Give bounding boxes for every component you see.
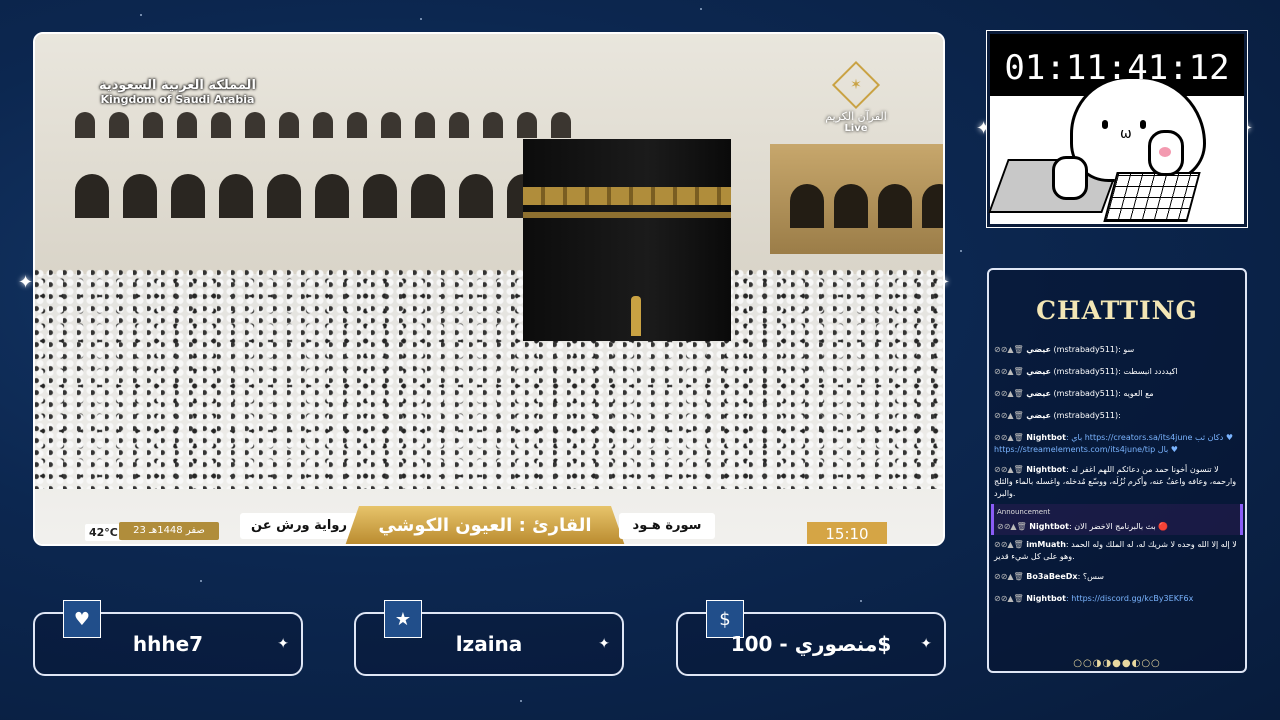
timer-panel: ω 01:11:41:12 [986, 30, 1248, 228]
country-name-en: Kingdom of Saudi Arabia [100, 93, 255, 106]
chat-title: CHATTING [1036, 296, 1198, 325]
chat-message: ⊘⊘▲🗑 عيضي (mstrabady511): [994, 411, 1121, 420]
latest-donation-box: $ منصوري - 100$ ✦ [676, 600, 946, 676]
surah-name: سورة هـود [619, 513, 715, 539]
live-label: Live [844, 123, 868, 134]
chat-pager: ○○◑◑●●◐○○ [1073, 658, 1161, 669]
latest-follower-box: ♥ hhhe7 ✦ [33, 600, 303, 676]
latest-subscriber: lzaina [455, 632, 523, 656]
hijri-date: 23 صفر 1448هـ [119, 522, 219, 540]
chat-list[interactable]: ⊘⊘▲🗑 عيضي (mstrabady511): سو ⊘⊘▲🗑 عيضي (… [991, 340, 1243, 640]
video-player[interactable]: المملكة العربية السعودية Kingdom of Saud… [33, 32, 945, 546]
chat-message: ⊘⊘▲🗑 عيضي (mstrabady511): اكيدددد انبسطت [994, 367, 1178, 376]
chat-message: ⊘⊘▲🗑 imMuath: لا إله إلا الله وحده لا شر… [994, 540, 1237, 561]
broadcaster-logo: المملكة العربية السعودية Kingdom of Saud… [99, 78, 256, 106]
channel-name: القرآن الكريم [825, 110, 887, 123]
riwaya-label: رواية ورش عن نافع [240, 513, 358, 539]
kaaba [523, 139, 731, 341]
chat-message: ⊘⊘▲🗑 عيضي (mstrabady511): سو [994, 345, 1135, 354]
chat-message: ⊘⊘▲🗑 Bo3aBeeDx: سس؟ [994, 572, 1104, 581]
lower-third: 42°C 23 صفر 1448هـ رواية ورش عن نافع الق… [35, 504, 943, 544]
chat-message: ⊘⊘▲🗑 Nightbot: باي https://creators.sa/i… [994, 433, 1234, 454]
sparkle-icon: ✦ [920, 636, 932, 652]
palm-emblem-icon: ✶ [831, 60, 881, 110]
sparkle-icon: ✦ [18, 272, 34, 293]
chat-message: ⊘⊘▲🗑 عيضي (mstrabady511): مع العويه [994, 389, 1154, 398]
sparkle-icon: ✦ [598, 636, 610, 652]
latest-follower: hhhe7 [132, 632, 204, 656]
announcement-label: Announcement [997, 508, 1051, 516]
latest-subscriber-box: ★ lzaina ✦ [354, 600, 624, 676]
country-name-ar: المملكة العربية السعودية [99, 78, 256, 93]
chat-message: ⊘⊘▲🗑 Nightbot: لا تنسون أخونا حمد من دعا… [994, 465, 1237, 498]
stream-timer: 01:11:41:12 [1004, 48, 1230, 88]
chat-message: ⊘⊘▲🗑 Nightbot: https://discord.gg/kcBy3E… [994, 594, 1194, 603]
reciter-name: القارئ : العيون الكوشي [345, 506, 625, 544]
chat-panel: CHATTING ⊘⊘▲🗑 عيضي (mstrabady511): سو ⊘⊘… [987, 268, 1247, 673]
haram-scene [35, 34, 943, 544]
temperature: 42°C [85, 524, 122, 541]
chat-announcement: Announcement ⊘⊘▲🗑 Nightbot: بث بالبرنامج… [991, 504, 1243, 535]
channel-logo: ✶ القرآن الكريم Live [821, 60, 891, 134]
local-time: 15:10 [807, 522, 887, 544]
sparkle-icon: ✦ [277, 636, 289, 652]
keyboard-icon [1103, 172, 1201, 222]
latest-donation: منصوري - 100$ [730, 632, 892, 656]
